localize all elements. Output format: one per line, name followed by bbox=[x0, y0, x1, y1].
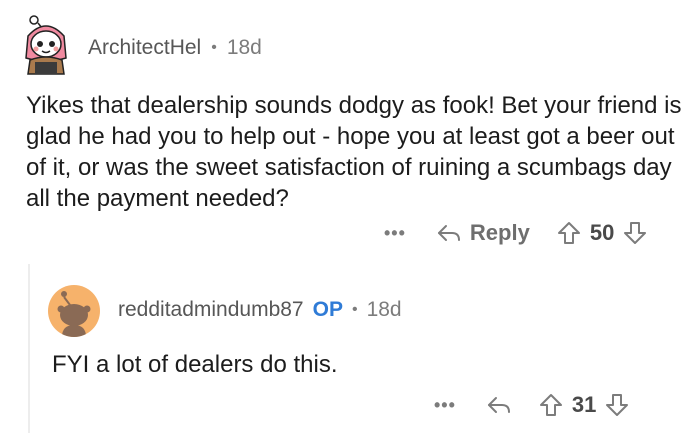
separator-dot: • bbox=[351, 301, 358, 318]
upvote-icon[interactable] bbox=[556, 220, 582, 246]
comment-body: Yikes that dealership sounds dodgy as fo… bbox=[26, 92, 682, 212]
vote-score: 50 bbox=[589, 220, 615, 245]
vote-controls: 31 bbox=[538, 392, 630, 418]
comment-thread: ArchitectHel • 18d Yikes that dealership… bbox=[0, 0, 700, 433]
downvote-icon[interactable] bbox=[604, 392, 630, 418]
comment-age: 18d bbox=[226, 36, 262, 59]
more-options-icon[interactable]: ••• bbox=[434, 395, 456, 416]
comment-actions: ••• 31 bbox=[434, 388, 630, 422]
username-link[interactable]: redditadmindumb87 bbox=[118, 298, 304, 322]
upvote-icon[interactable] bbox=[538, 392, 564, 418]
username-link[interactable]: ArchitectHel bbox=[88, 36, 201, 60]
user-avatar[interactable] bbox=[48, 285, 100, 337]
comment-body: FYI a lot of dealers do this. bbox=[52, 351, 338, 378]
comment-actions: ••• Reply 50 bbox=[384, 216, 648, 250]
separator-dot: • bbox=[211, 39, 217, 56]
vote-controls: 50 bbox=[556, 220, 648, 246]
snoo-avatar-icon bbox=[57, 291, 91, 337]
reply-icon bbox=[487, 397, 510, 413]
comment-header: redditadmindumb87 OP • 18d bbox=[118, 296, 402, 324]
reply-button[interactable] bbox=[486, 394, 512, 416]
reply-icon bbox=[437, 225, 460, 241]
more-options-icon[interactable]: ••• bbox=[384, 223, 406, 244]
vote-score: 31 bbox=[571, 392, 597, 417]
reply-label: Reply bbox=[469, 220, 530, 245]
downvote-icon[interactable] bbox=[622, 220, 648, 246]
reply-button[interactable]: Reply bbox=[436, 220, 530, 246]
snoo-avatar-icon bbox=[25, 15, 67, 75]
comment-header: ArchitectHel • 18d bbox=[88, 34, 262, 62]
comment-age: 18d bbox=[366, 298, 402, 321]
thread-line[interactable] bbox=[28, 264, 30, 433]
op-badge: OP bbox=[312, 298, 343, 321]
user-avatar[interactable] bbox=[20, 14, 72, 78]
